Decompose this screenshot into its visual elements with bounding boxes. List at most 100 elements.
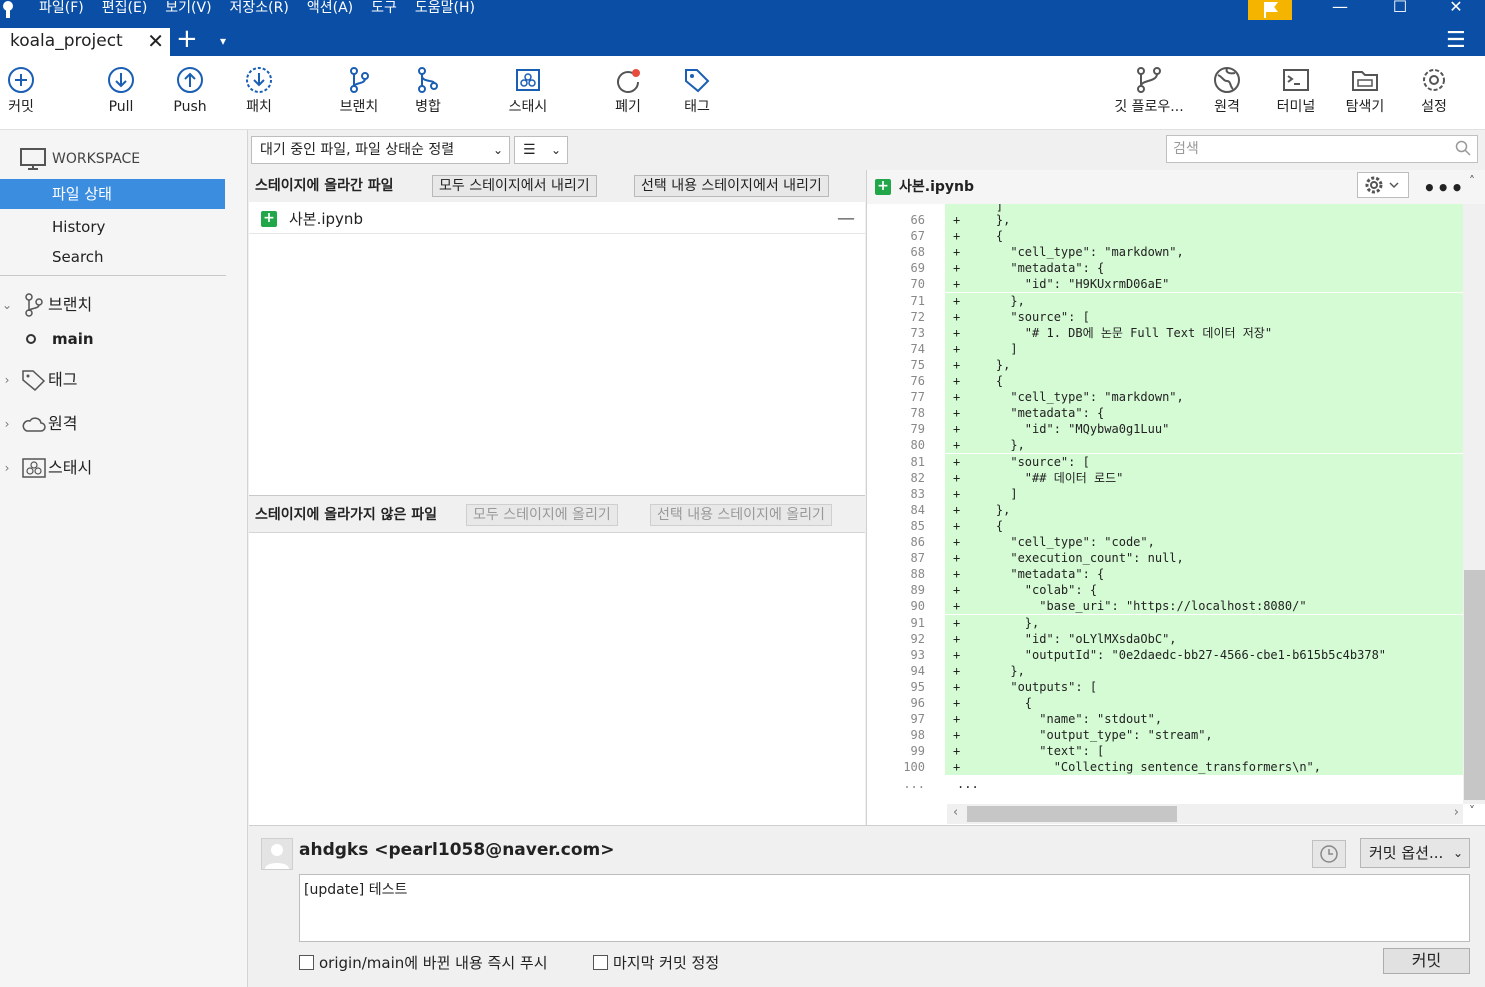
chevron-right-icon[interactable]: › — [0, 409, 14, 439]
diff-line: 76 + { — [867, 373, 1463, 389]
diff-line: 78 + "metadata": { — [867, 405, 1463, 422]
added-marker: + — [953, 663, 961, 678]
unstage-selected-button[interactable]: 선택 내용 스테이지에서 내리기 — [634, 175, 829, 197]
diff-horizontal-scrollbar[interactable]: ‹ › — [947, 804, 1463, 824]
menu-file[interactable]: 파일(F) — [30, 0, 93, 20]
added-marker: + — [953, 213, 961, 227]
added-marker: + — [953, 357, 961, 372]
search-icon — [1455, 140, 1471, 156]
pull-icon — [108, 67, 134, 93]
sidebar-item-history[interactable]: History — [0, 212, 225, 242]
sidebar-group-tags[interactable]: › 태그 — [0, 365, 230, 395]
view-mode-dropdown[interactable]: ☰ ⌄ — [514, 136, 568, 164]
commit-submit-button[interactable]: 커밋 — [1383, 948, 1470, 974]
sidebar-item-file-status[interactable]: 파일 상태 — [0, 179, 225, 209]
added-line-highlight — [945, 212, 1463, 228]
terminal-button[interactable]: 터미널 — [1261, 66, 1331, 116]
menu-view[interactable]: 보기(V) — [156, 0, 220, 20]
unstage-all-button[interactable]: 모두 스테이지에서 내리기 — [432, 175, 597, 197]
line-number: 89 — [910, 583, 925, 598]
more-options-icon[interactable]: ••• — [1423, 172, 1464, 204]
diff-line: 77 + "cell_type": "markdown", — [867, 389, 1463, 406]
sidebar-group-branches[interactable]: ⌄ 브랜치 — [0, 290, 230, 320]
flag-icon[interactable] — [1248, 0, 1292, 20]
tab-close-icon[interactable]: ✕ — [147, 28, 164, 54]
folder-icon — [1352, 71, 1378, 91]
menu-actions[interactable]: 액션(A) — [298, 0, 362, 20]
stage-selected-button[interactable]: 선택 내용 스테이지에 올리기 — [650, 504, 832, 526]
merge-button[interactable]: 병합 — [393, 66, 463, 116]
close-window-icon[interactable]: ✕ — [1436, 0, 1476, 20]
stash-button[interactable]: 스태시 — [493, 66, 563, 116]
sidebar-group-remotes[interactable]: › 원격 — [0, 409, 230, 439]
push-immediately-checkbox[interactable]: origin/main에 바뀐 내용 즉시 푸시 — [299, 952, 548, 973]
new-tab-icon[interactable]: + — [176, 26, 198, 52]
unstage-file-icon[interactable]: — — [837, 204, 855, 234]
discard-button[interactable]: 폐기 — [593, 66, 663, 116]
commit-button[interactable]: 커밋 — [0, 66, 56, 116]
commit-message-input[interactable]: [update] 테스트 — [299, 874, 1470, 942]
pull-button[interactable]: Pull — [86, 66, 156, 116]
diff-line: 66 + }, — [867, 212, 1463, 228]
line-code: "metadata": { — [967, 261, 1105, 276]
diff-vertical-scrollbar[interactable]: ˄ ˅ — [1463, 174, 1485, 818]
push-button[interactable]: Push — [155, 66, 225, 116]
amend-last-commit-checkbox[interactable]: 마지막 커밋 정정 — [593, 952, 719, 973]
scroll-left-icon[interactable]: ‹ — [953, 805, 958, 820]
minimize-icon[interactable]: — — [1320, 0, 1360, 20]
tab-dropdown-icon[interactable]: ▾ — [220, 34, 226, 48]
diff-line: 93 + "outputId": "0e2daedc-bb27-4566-cbe1… — [867, 646, 1463, 663]
remote-button[interactable]: 원격 — [1192, 66, 1262, 116]
scroll-down-icon[interactable]: ˅ — [1469, 804, 1475, 818]
chevron-right-icon[interactable]: › — [0, 453, 14, 483]
added-line-highlight — [945, 501, 1463, 518]
sidebar-group-stashes[interactable]: › 스태시 — [0, 453, 230, 483]
stage-all-button[interactable]: 모두 스테이지에 올리기 — [466, 504, 618, 526]
diff-line: 67 + { — [867, 228, 1463, 245]
cloud-icon — [22, 417, 46, 432]
line-number: 73 — [910, 325, 925, 340]
tab-title: koala_project — [10, 31, 123, 51]
chevron-down-icon: ⌄ — [550, 143, 561, 157]
branch-main[interactable]: main — [0, 324, 230, 354]
sidebar-item-search[interactable]: Search — [0, 242, 225, 272]
staged-file-row[interactable]: + 사본.ipynb — — [249, 204, 865, 234]
hamburger-menu-icon[interactable]: ☰ — [1446, 28, 1466, 53]
settings-button[interactable]: 설정 — [1399, 66, 1469, 116]
filter-bar: 대기 중인 파일, 파일 상태순 정렬 ⌄ ☰ ⌄ 검색 — [249, 130, 1485, 170]
menu-tools[interactable]: 도구 — [362, 0, 406, 20]
checkbox[interactable] — [299, 955, 314, 970]
checkbox[interactable] — [593, 955, 608, 970]
line-code: "metadata": { — [967, 406, 1105, 421]
horizontal-scroll-thumb[interactable] — [967, 806, 1177, 822]
maximize-icon[interactable]: ☐ — [1380, 0, 1420, 20]
line-number: 88 — [910, 567, 925, 582]
merge-icon — [418, 67, 438, 93]
tab-koala-project[interactable]: koala_project ✕ — [0, 28, 170, 56]
line-number: 99 — [910, 744, 925, 759]
search-input[interactable]: 검색 — [1166, 135, 1478, 163]
diff-options-button[interactable] — [1357, 172, 1409, 198]
diff-line: 71 + }, — [867, 292, 1463, 309]
sort-dropdown[interactable]: 대기 중인 파일, 파일 상태순 정렬 ⌄ — [251, 136, 510, 164]
branch-button[interactable]: 브랜치 — [324, 66, 394, 116]
chevron-right-icon[interactable]: › — [0, 365, 14, 395]
git-flow-button[interactable]: 깃 플로우... — [1104, 66, 1194, 116]
menu-edit[interactable]: 편집(E) — [93, 0, 157, 20]
added-marker: + — [953, 615, 961, 630]
explorer-button[interactable]: 탐색기 — [1330, 66, 1400, 116]
vertical-scroll-thumb[interactable] — [1464, 570, 1485, 800]
patch-button[interactable]: 패치 — [224, 66, 294, 116]
diff-code-view[interactable]: ] 66 + }, 67 + {68 + "cell_type": "markdown"… — [867, 204, 1463, 804]
gear-icon — [1365, 176, 1399, 194]
chevron-down-icon[interactable]: ⌄ — [0, 290, 14, 320]
tag-button[interactable]: 태그 — [662, 66, 732, 116]
scroll-right-icon[interactable]: › — [1454, 805, 1459, 820]
diff-ellipsis-line: ...... — [867, 776, 1463, 792]
diff-line: 81 + "source": [ — [867, 453, 1463, 470]
commit-history-button[interactable] — [1312, 840, 1346, 868]
menu-help[interactable]: 도움말(H) — [406, 0, 484, 20]
commit-options-dropdown[interactable]: 커밋 옵션... ⌄ — [1360, 838, 1470, 868]
menu-repository[interactable]: 저장소(R) — [221, 0, 298, 20]
scroll-up-icon[interactable]: ˄ — [1469, 174, 1475, 188]
